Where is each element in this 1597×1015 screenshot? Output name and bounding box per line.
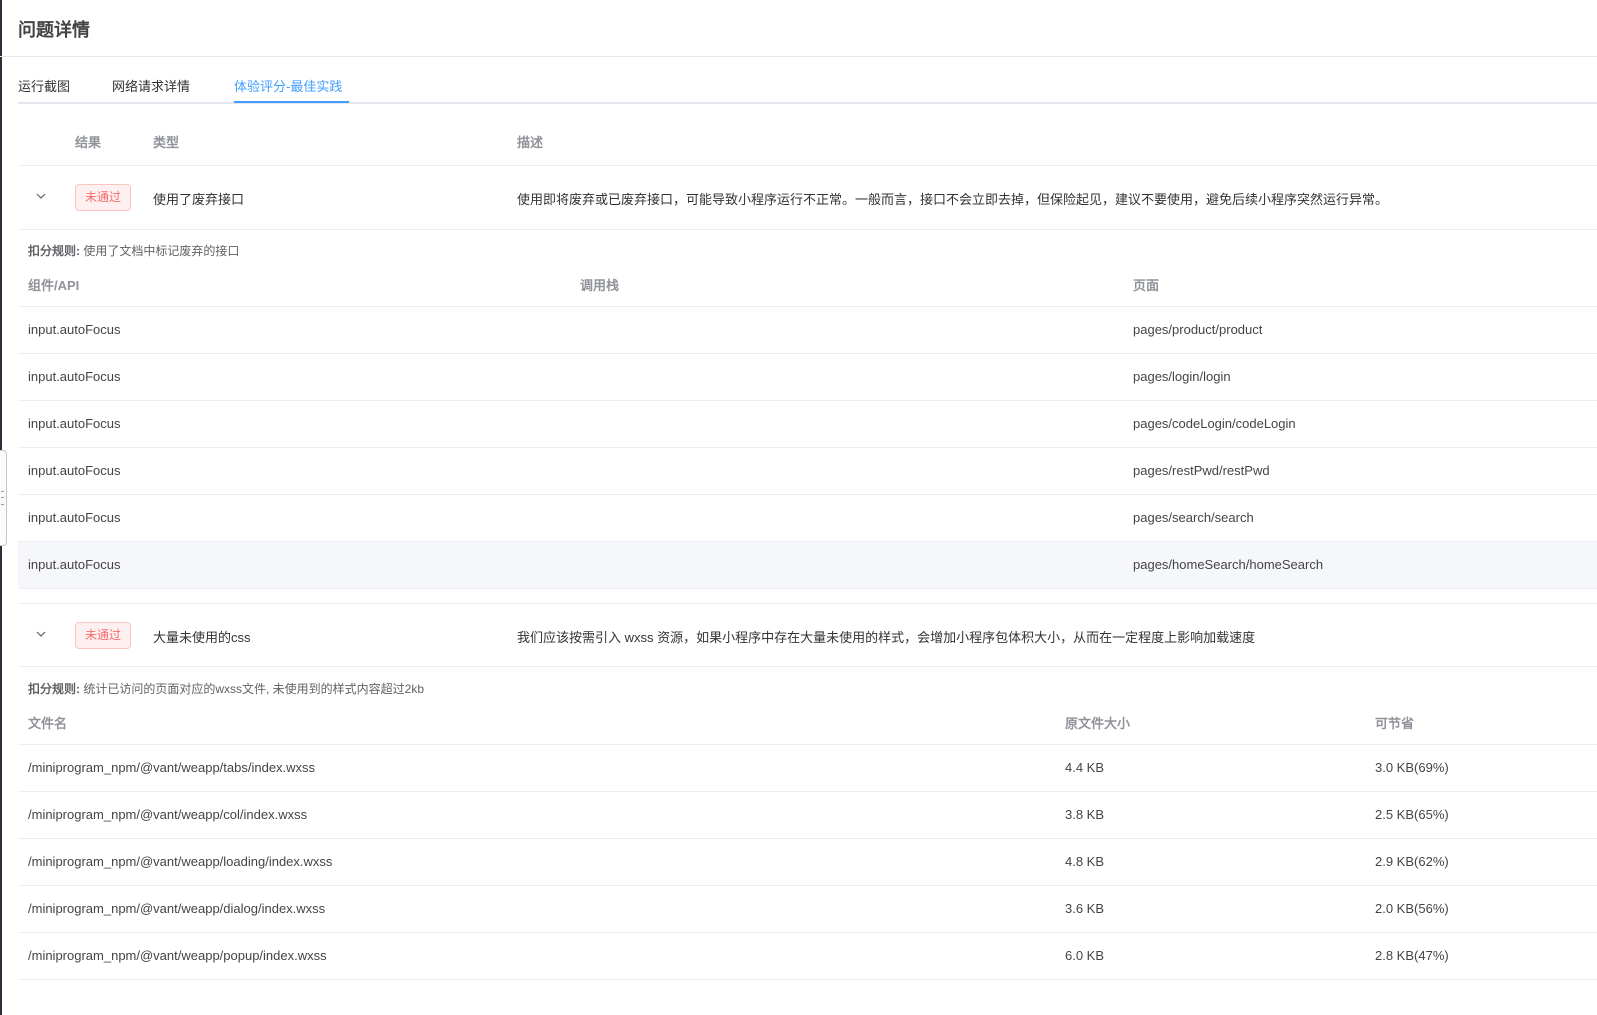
status-badge: 未通过 [75, 184, 132, 211]
status-badge: 未通过 [75, 622, 132, 649]
filename-cell: /miniprogram_npm/@vant/weapp/loading/ind… [28, 854, 333, 869]
column-header-result: 结果 [75, 135, 102, 150]
table-row[interactable]: /miniprogram_npm/@vant/weapp/tabs/index.… [18, 745, 1597, 792]
api-cell: input.autoFocus [28, 322, 121, 337]
api-cell: input.autoFocus [28, 416, 121, 431]
column-header-api: 组件/API [28, 278, 80, 293]
issue-type: 大量未使用的css [153, 630, 251, 645]
page-cell: pages/product/product [1133, 322, 1263, 337]
savings-cell: 2.8 KB(47%) [1375, 948, 1449, 963]
table-row[interactable]: input.autoFocus pages/homeSearch/homeSea… [18, 542, 1597, 589]
size-cell: 4.4 KB [1065, 760, 1105, 775]
table-row[interactable]: input.autoFocus pages/search/search [18, 495, 1597, 542]
filename-cell: /miniprogram_npm/@vant/weapp/popup/index… [28, 948, 327, 963]
filename-cell: /miniprogram_npm/@vant/weapp/tabs/index.… [28, 760, 316, 775]
table-row[interactable]: input.autoFocus pages/restPwd/restPwd [18, 448, 1597, 495]
issue-row[interactable]: 未通过 大量未使用的css 我们应该按需引入 wxss 资源，如果小程序中存在大… [18, 603, 1597, 667]
api-cell: input.autoFocus [28, 510, 121, 525]
size-cell: 3.8 KB [1065, 807, 1105, 822]
api-cell: input.autoFocus [28, 369, 121, 384]
page-cell: pages/login/login [1133, 369, 1231, 384]
page-title: 问题详情 [18, 20, 90, 40]
column-header-description: 描述 [517, 135, 544, 150]
column-header-filename: 文件名 [28, 716, 68, 731]
rule-text: 统计已访问的页面对应的wxss文件, 未使用到的样式内容超过2kb [83, 682, 425, 696]
table-row[interactable]: input.autoFocus pages/codeLogin/codeLogi… [18, 401, 1597, 448]
unused-css-table: 文件名 原文件大小 可节省 /miniprogram_npm/@vant/wea… [18, 712, 1597, 980]
column-header-original-size: 原文件大小 [1065, 716, 1131, 731]
tab-best-practice[interactable]: 体验评分-最佳实践 [234, 76, 342, 95]
tab-bar: 运行截图 网络请求详情 体验评分-最佳实践 [18, 64, 1597, 104]
issue-description: 我们应该按需引入 wxss 资源，如果小程序中存在大量未使用的样式，会增加小程序… [517, 630, 1256, 645]
page-cell: pages/search/search [1133, 510, 1254, 525]
panel-resize-handle[interactable] [0, 450, 7, 546]
active-tab-indicator [234, 101, 349, 103]
deprecated-api-table: 组件/API 调用栈 页面 input.autoFocus pages/prod… [18, 274, 1597, 589]
chevron-down-icon[interactable] [35, 190, 47, 202]
savings-cell: 2.9 KB(62%) [1375, 854, 1449, 869]
savings-cell: 3.0 KB(69%) [1375, 760, 1449, 775]
page-cell: pages/codeLogin/codeLogin [1133, 416, 1296, 431]
size-cell: 4.8 KB [1065, 854, 1105, 869]
grip-icon [1, 491, 4, 505]
issue-row[interactable]: 未通过 使用了废弃接口 使用即将废弃或已废弃接口，可能导致小程序运行不正常。一般… [18, 166, 1597, 230]
tab-network-requests[interactable]: 网络请求详情 [112, 76, 190, 95]
tab-screenshot[interactable]: 运行截图 [18, 76, 70, 95]
table-header: 文件名 原文件大小 可节省 [18, 712, 1597, 745]
table-row[interactable]: input.autoFocus pages/login/login [18, 354, 1597, 401]
issues-table-header: 结果 类型 描述 [18, 118, 1597, 166]
column-header-type: 类型 [153, 135, 180, 150]
column-header-callstack: 调用栈 [580, 278, 620, 293]
api-cell: input.autoFocus [28, 463, 121, 478]
size-cell: 6.0 KB [1065, 948, 1105, 963]
api-cell: input.autoFocus [28, 557, 121, 572]
deduction-rule: 扣分规则: 统计已访问的页面对应的wxss文件, 未使用到的样式内容超过2kb [28, 680, 424, 697]
table-row[interactable]: /miniprogram_npm/@vant/weapp/loading/ind… [18, 839, 1597, 886]
rule-label: 扣分规则: [28, 244, 80, 258]
page-cell: pages/restPwd/restPwd [1133, 463, 1270, 478]
table-row[interactable]: /miniprogram_npm/@vant/weapp/dialog/inde… [18, 886, 1597, 933]
savings-cell: 2.5 KB(65%) [1375, 807, 1449, 822]
column-header-savings: 可节省 [1375, 716, 1415, 731]
savings-cell: 2.0 KB(56%) [1375, 901, 1449, 916]
rule-label: 扣分规则: [28, 682, 80, 696]
issue-description: 使用即将废弃或已废弃接口，可能导致小程序运行不正常。一般而言，接口不会立即去掉，… [517, 192, 1389, 207]
filename-cell: /miniprogram_npm/@vant/weapp/dialog/inde… [28, 901, 326, 916]
table-row[interactable]: input.autoFocus pages/product/product [18, 307, 1597, 354]
column-header-page: 页面 [1133, 278, 1160, 293]
chevron-down-icon[interactable] [35, 628, 47, 640]
deduction-rule: 扣分规则: 使用了文档中标记废弃的接口 [28, 242, 239, 259]
page-cell: pages/homeSearch/homeSearch [1133, 557, 1324, 572]
filename-cell: /miniprogram_npm/@vant/weapp/col/index.w… [28, 807, 308, 822]
table-row[interactable]: /miniprogram_npm/@vant/weapp/col/index.w… [18, 792, 1597, 839]
rule-text: 使用了文档中标记废弃的接口 [83, 244, 240, 258]
table-header: 组件/API 调用栈 页面 [18, 274, 1597, 307]
panel-header: 问题详情 [0, 0, 1597, 57]
size-cell: 3.6 KB [1065, 901, 1105, 916]
table-row[interactable]: /miniprogram_npm/@vant/weapp/popup/index… [18, 933, 1597, 980]
issue-type: 使用了废弃接口 [153, 192, 245, 207]
